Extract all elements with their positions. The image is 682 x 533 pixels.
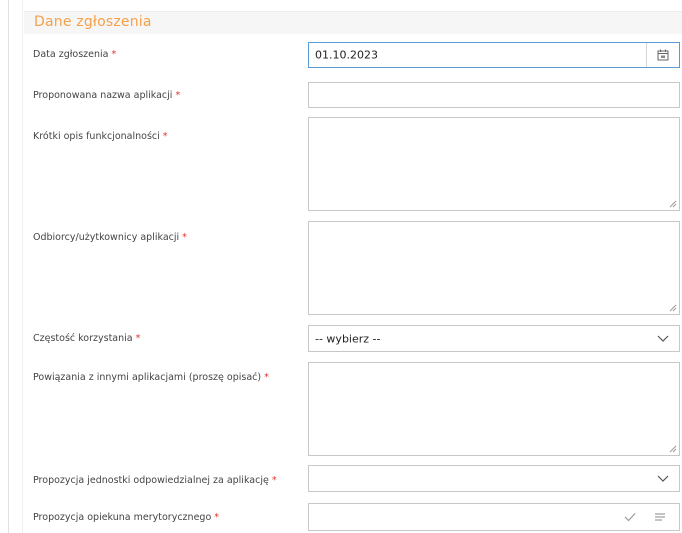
list-icon: [655, 513, 665, 521]
checkmark-icon: [624, 513, 636, 522]
confirm-button[interactable]: [617, 504, 643, 530]
recipients-label: Odbiorcy/użytkownicy aplikacji *: [33, 232, 187, 243]
relations-label: Powiązania z innymi aplikacjami (proszę …: [33, 372, 269, 383]
chevron-down-icon: [657, 475, 669, 482]
required-marker: *: [162, 131, 168, 142]
panel-left-border: [8, 0, 9, 533]
description-textarea[interactable]: [308, 117, 680, 211]
calendar-icon: [657, 49, 669, 61]
required-marker: *: [271, 475, 277, 486]
recipients-textarea[interactable]: [308, 221, 680, 315]
section-title: Dane zgłoszenia: [34, 14, 152, 30]
required-marker: *: [264, 372, 269, 383]
app-name-input[interactable]: [308, 82, 680, 108]
required-marker: *: [135, 333, 141, 344]
date-field[interactable]: 01.10.2023: [308, 42, 680, 68]
frequency-selected-value: -- wybierz --: [315, 332, 381, 345]
resize-handle-icon[interactable]: [669, 304, 677, 312]
section-header: Dane zgłoszenia: [24, 11, 682, 34]
required-marker: *: [182, 232, 187, 243]
required-marker: *: [214, 512, 220, 523]
resize-handle-icon[interactable]: [669, 445, 677, 453]
frequency-label: Częstość korzystania *: [33, 333, 141, 344]
app-name-label: Proponowana nazwa aplikacji *: [33, 90, 181, 101]
resize-handle-icon[interactable]: [669, 200, 677, 208]
unit-select[interactable]: [308, 465, 680, 492]
date-value[interactable]: 01.10.2023: [315, 49, 378, 62]
chevron-down-icon: [657, 335, 669, 342]
guardian-label: Propozycja opiekuna merytorycznego *: [33, 512, 220, 523]
required-marker: *: [175, 90, 181, 101]
required-marker: *: [111, 49, 117, 60]
unit-label: Propozycja jednostki odpowiedzialnej za …: [33, 475, 277, 486]
panel-inner-border: [22, 0, 23, 533]
list-button[interactable]: [647, 504, 673, 530]
guardian-field[interactable]: [308, 503, 680, 531]
description-label: Krótki opis funkcjonalności *: [33, 131, 168, 142]
relations-textarea[interactable]: [308, 362, 680, 456]
frequency-select[interactable]: -- wybierz --: [308, 325, 680, 352]
date-label: Data zgłoszenia *: [33, 49, 117, 60]
calendar-button[interactable]: [646, 43, 679, 67]
